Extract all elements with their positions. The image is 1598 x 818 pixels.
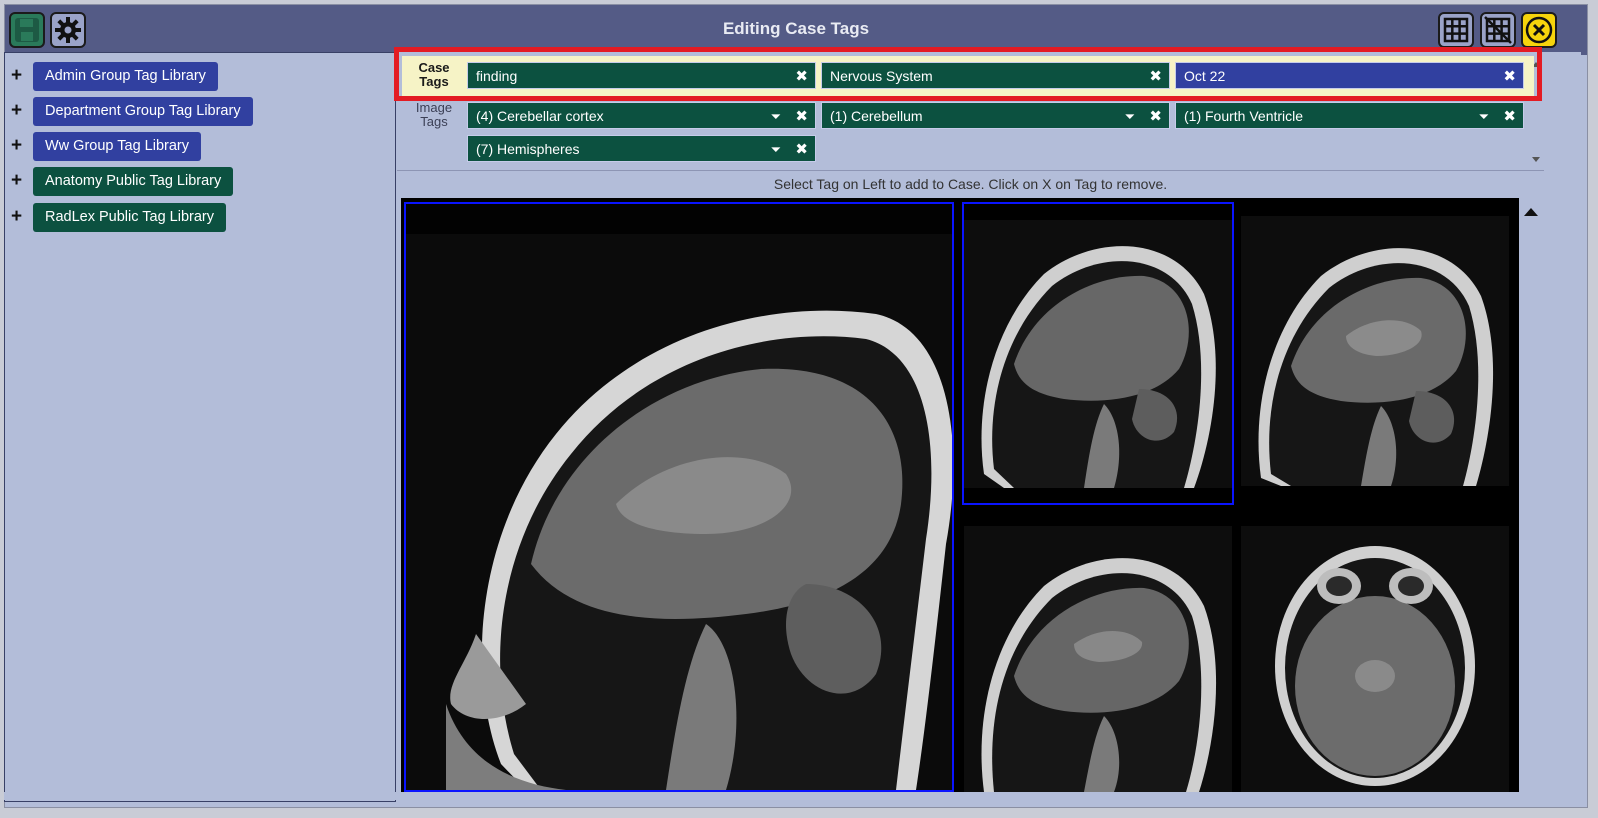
remove-tag-icon[interactable]: ✖ bbox=[795, 103, 808, 130]
image-tag-label: (1) Fourth Ventricle bbox=[1184, 108, 1304, 124]
page-title: Editing Case Tags bbox=[722, 19, 870, 38]
library-row: + Department Group Tag Library bbox=[11, 96, 253, 126]
image-tag-label: (7) Hemispheres bbox=[476, 141, 580, 157]
bottom-border bbox=[4, 792, 1586, 800]
image-thumbnail[interactable] bbox=[964, 526, 1232, 792]
viewer-scrollbar[interactable] bbox=[1520, 198, 1542, 792]
tag-library-panel: + Admin Group Tag Library + Department G… bbox=[4, 52, 396, 802]
image-viewer bbox=[401, 198, 1519, 792]
library-row: + Anatomy Public Tag Library bbox=[11, 166, 234, 196]
filter-icon[interactable]: ⏷ bbox=[771, 103, 781, 130]
expand-icon[interactable]: + bbox=[11, 206, 33, 228]
image-tag[interactable]: (7) Hemispheres ⏷ ✖ bbox=[467, 135, 816, 162]
case-tags-highlight bbox=[394, 47, 1542, 101]
image-tag[interactable]: (1) Fourth Ventricle ⏷ ✖ bbox=[1175, 102, 1524, 129]
library-department-group[interactable]: Department Group Tag Library bbox=[33, 96, 253, 126]
image-thumbnail[interactable] bbox=[1241, 526, 1509, 792]
close-button[interactable] bbox=[1521, 12, 1557, 48]
image-tags-label-line1: Image bbox=[415, 100, 453, 115]
close-icon bbox=[1525, 16, 1553, 44]
filter-icon[interactable]: ⏷ bbox=[771, 136, 781, 163]
instruction-text: Select Tag on Left to add to Case. Click… bbox=[397, 170, 1544, 198]
image-thumbnail-selected[interactable] bbox=[962, 202, 1234, 505]
remove-tag-icon[interactable]: ✖ bbox=[1503, 103, 1516, 130]
expand-icon[interactable]: + bbox=[11, 135, 33, 157]
image-tag[interactable]: (4) Cerebellar cortex ⏷ ✖ bbox=[467, 102, 816, 129]
library-row: + Admin Group Tag Library bbox=[11, 61, 218, 91]
filter-icon[interactable]: ⏷ bbox=[1125, 103, 1135, 130]
grid-hide-icon bbox=[1484, 16, 1512, 44]
hide-grid-button[interactable] bbox=[1480, 12, 1516, 48]
grid-3x3-icon bbox=[1443, 17, 1469, 43]
mri-sagittal-image bbox=[964, 526, 1232, 792]
library-anatomy-public[interactable]: Anatomy Public Tag Library bbox=[33, 166, 234, 196]
scroll-up-icon[interactable] bbox=[1520, 198, 1542, 228]
remove-tag-icon[interactable]: ✖ bbox=[1149, 103, 1162, 130]
image-tags-label: Image Tags bbox=[410, 101, 458, 129]
image-tag[interactable]: (1) Cerebellum ⏷ ✖ bbox=[821, 102, 1170, 129]
library-row: + RadLex Public Tag Library bbox=[11, 202, 226, 232]
image-tag-label: (1) Cerebellum bbox=[830, 108, 923, 124]
grid-layout-button[interactable] bbox=[1438, 12, 1474, 48]
mri-sagittal-image bbox=[964, 204, 1232, 488]
mri-axial-image bbox=[1241, 526, 1509, 792]
library-admin-group[interactable]: Admin Group Tag Library bbox=[33, 61, 218, 91]
mri-sagittal-image bbox=[406, 204, 952, 790]
image-thumbnail[interactable] bbox=[1241, 216, 1509, 486]
expand-icon[interactable]: + bbox=[11, 65, 33, 87]
mri-sagittal-image bbox=[1241, 216, 1509, 486]
expand-icon[interactable]: + bbox=[11, 170, 33, 192]
remove-tag-icon[interactable]: ✖ bbox=[795, 136, 808, 163]
library-radlex-public[interactable]: RadLex Public Tag Library bbox=[33, 202, 226, 232]
library-ww-group[interactable]: Ww Group Tag Library bbox=[33, 131, 201, 161]
library-row: + Ww Group Tag Library bbox=[11, 131, 201, 161]
image-tag-label: (4) Cerebellar cortex bbox=[476, 108, 604, 124]
image-tags-label-line2: Tags bbox=[420, 114, 448, 129]
image-thumbnail-selected-large[interactable] bbox=[404, 202, 954, 792]
expand-icon[interactable]: + bbox=[11, 100, 33, 122]
filter-icon[interactable]: ⏷ bbox=[1479, 103, 1489, 130]
